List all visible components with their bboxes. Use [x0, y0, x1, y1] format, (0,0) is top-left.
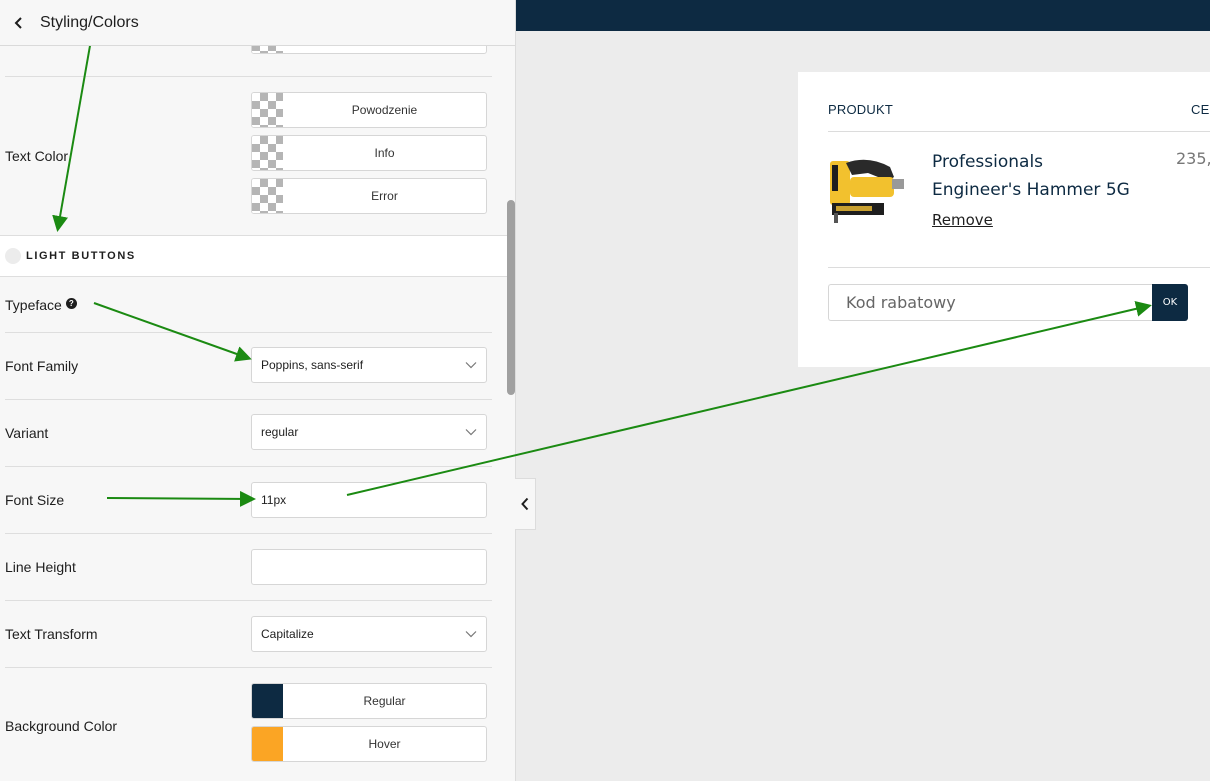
column-header-product: PRODUKT: [828, 102, 893, 117]
panel-header: Styling/Colors: [0, 0, 515, 46]
divider: [828, 131, 1210, 132]
panel-scrollbar[interactable]: [507, 200, 515, 395]
section-status-dot: [5, 248, 21, 264]
swatch-transparent: [252, 136, 283, 170]
swatch-button-powodzenie[interactable]: Powodzenie: [251, 92, 487, 128]
swatch-navy: [252, 684, 283, 718]
apply-coupon-button[interactable]: OK: [1152, 284, 1188, 321]
product-price: 235,9: [1176, 149, 1210, 168]
text-transform-label: Text Transform: [5, 626, 98, 642]
remove-link[interactable]: Remove: [932, 211, 993, 229]
store-header-bar: [516, 0, 1210, 31]
question-circle-icon[interactable]: ?: [65, 298, 77, 309]
background-color-label: Background Color: [5, 718, 118, 734]
swatch-button-info[interactable]: Info: [251, 135, 487, 171]
font-family-label: Font Family: [5, 358, 79, 374]
product-name[interactable]: Professionals Engineer's Hammer 5G: [932, 148, 1172, 204]
divider: [5, 399, 492, 400]
divider: [5, 667, 492, 668]
panel-title: Styling/Colors: [40, 13, 139, 31]
chevron-down-icon: [465, 429, 477, 436]
swatch-button-error[interactable]: Error: [251, 178, 487, 214]
divider: [5, 533, 492, 534]
chevron-down-icon: [465, 362, 477, 369]
font-family-select[interactable]: Poppins, sans-serif: [251, 347, 487, 383]
text-transform-select[interactable]: Capitalize: [251, 616, 487, 652]
text-color-label: Text Color: [5, 148, 69, 164]
font-size-input[interactable]: 11px: [251, 482, 487, 518]
swatch-transparent: [252, 93, 283, 127]
section-header-light-buttons[interactable]: LIGHT BUTTONS: [0, 235, 515, 277]
line-height-input[interactable]: [251, 549, 487, 585]
typeface-label: Typeface?: [5, 297, 77, 313]
section-title: LIGHT BUTTONS: [26, 250, 136, 262]
line-height-label: Line Height: [5, 559, 76, 575]
cart-card: PRODUKT CE Professionals Engineer's Hamm…: [798, 72, 1210, 367]
divider: [5, 466, 492, 467]
chevron-down-icon: [465, 631, 477, 638]
back-button[interactable]: [4, 3, 34, 43]
font-size-label: Font Size: [5, 492, 65, 508]
coupon-code-input[interactable]: [828, 284, 1154, 321]
column-header-price: CE: [1191, 102, 1210, 117]
product-image-nail-gun: [830, 159, 904, 223]
chevron-left-icon: [14, 16, 22, 29]
settings-panel: Styling/Colors Text Color Powodzenie Inf…: [0, 0, 516, 781]
collapse-panel-button[interactable]: [515, 478, 536, 530]
chevron-left-icon: [521, 497, 529, 511]
swatch-button-hover[interactable]: Hover: [251, 726, 487, 762]
divider: [828, 267, 1210, 268]
divider: [5, 332, 492, 333]
divider: [5, 76, 492, 77]
swatch-button-regular[interactable]: Regular: [251, 683, 487, 719]
variant-label: Variant: [5, 425, 49, 441]
divider: [5, 600, 492, 601]
swatch-transparent: [252, 179, 283, 213]
swatch-orange: [252, 727, 283, 761]
variant-select[interactable]: regular: [251, 414, 487, 450]
